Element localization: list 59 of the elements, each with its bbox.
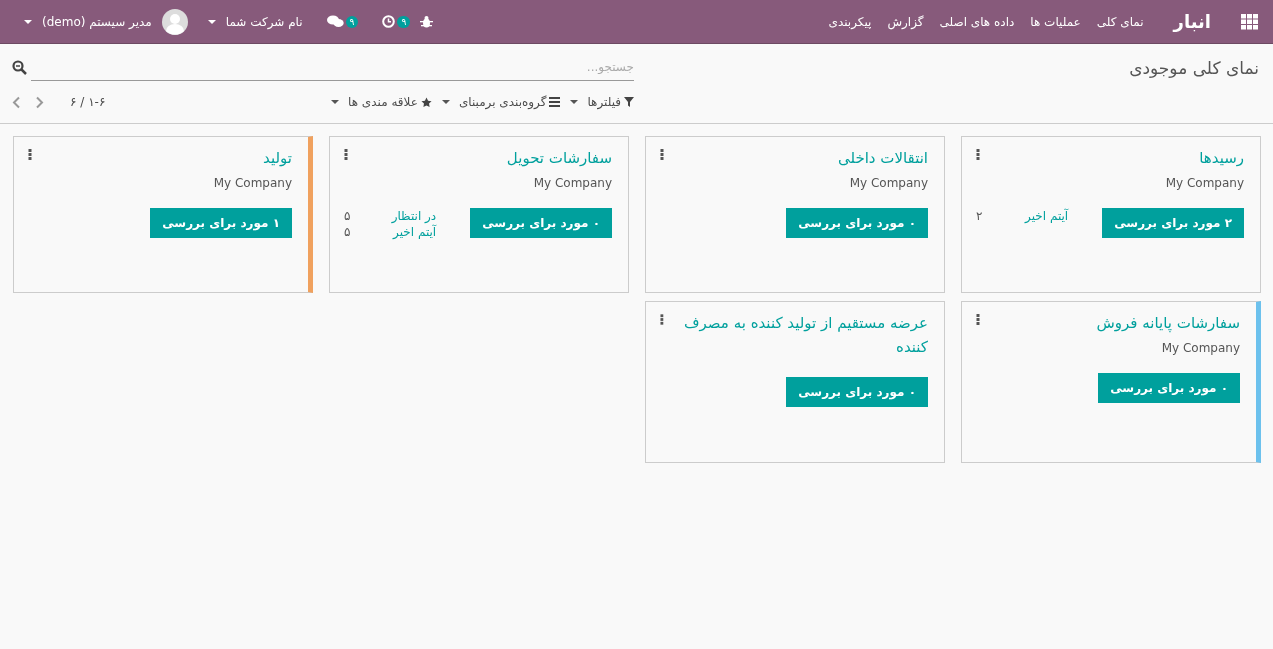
filter-dropdown[interactable]: گروه‌بندی برمبنای — [435, 95, 561, 109]
menu-item[interactable]: نمای کلی — [1096, 14, 1144, 29]
previous-icon[interactable] — [12, 95, 21, 109]
stat-count: ۲ — [976, 209, 983, 223]
menu-item[interactable]: گزارش — [887, 14, 924, 29]
stat-link[interactable]: آیتم اخیر — [393, 225, 437, 239]
card-title[interactable]: انتقالات داخلی — [837, 146, 928, 170]
stat-link[interactable]: آیتم اخیر — [1025, 209, 1069, 223]
menu-item[interactable]: پیکربندی — [828, 14, 872, 29]
card-title[interactable]: سفارشات تحویل — [506, 146, 612, 170]
to-process-button[interactable]: ۰ مورد برای بررسی — [470, 208, 612, 238]
to-process-button[interactable]: ۰ مورد برای بررسی — [1098, 373, 1240, 403]
bug-icon[interactable] — [420, 15, 434, 28]
caret-icon — [207, 19, 216, 24]
kebab-menu-icon[interactable] — [660, 314, 664, 325]
search-field[interactable]: جستجو... — [31, 54, 634, 81]
operation-card[interactable]: عرضه مستقیم از تولید کننده به مصرف کننده ۰ مورد برای بررسی — [645, 301, 945, 463]
to-process-button[interactable]: ۱ مورد برای بررسی — [150, 208, 292, 238]
card-title[interactable]: سفارشات پایانه فروش — [1096, 311, 1240, 335]
stat-count: ۵ — [344, 225, 351, 239]
user-menu[interactable]: مدیر سیستم (demo) — [42, 14, 152, 29]
card-title[interactable]: عرضه مستقیم از تولید کننده به مصرف کننده — [663, 311, 928, 359]
stat-count: ۵ — [344, 209, 351, 223]
card-title[interactable]: رسیدها — [1165, 146, 1244, 170]
stat-link[interactable]: در انتظار — [391, 209, 437, 223]
company-name: My Company — [1165, 176, 1244, 190]
company-name: My Company — [213, 176, 292, 190]
chat-icon[interactable] — [326, 15, 344, 28]
caret-icon — [24, 19, 32, 24]
pager-value: ۱-۶ / ۶ — [70, 95, 106, 109]
kebab-menu-icon[interactable] — [660, 149, 664, 160]
menu-item[interactable]: عملیات ها — [1030, 14, 1081, 29]
company-switcher[interactable]: نام شرکت شما — [225, 14, 303, 29]
messages-count-badge: ۹ — [345, 15, 359, 28]
to-process-button[interactable]: ۲ مورد برای بررسی — [1102, 208, 1244, 238]
activity-count-badge: ۹ — [397, 15, 411, 28]
page-title: نمای کلی موجودی — [1129, 57, 1259, 78]
funnel-icon — [624, 97, 634, 107]
menu-item[interactable]: داده های اصلی — [939, 14, 1015, 29]
kebab-menu-icon[interactable] — [976, 149, 980, 160]
list-icon — [549, 97, 561, 107]
kebab-menu-icon[interactable] — [344, 149, 348, 160]
avatar-icon — [161, 8, 188, 35]
company-name: My Company — [532, 176, 612, 190]
star-icon — [420, 96, 432, 108]
to-process-button[interactable]: ۰ مورد برای بررسی — [786, 377, 928, 407]
app-name: انبار — [1173, 11, 1211, 32]
filter-dropdown[interactable]: علاقه مندی ها — [325, 95, 432, 109]
filter-dropdown[interactable]: فیلترها — [564, 95, 634, 109]
clock-icon[interactable] — [382, 15, 396, 28]
to-process-button[interactable]: ۰ مورد برای بررسی — [786, 208, 928, 238]
company-name: My Company — [848, 176, 928, 190]
search-icon[interactable] — [12, 60, 27, 75]
apps-grid-icon[interactable] — [1241, 13, 1259, 30]
kebab-menu-icon[interactable] — [976, 314, 980, 325]
kebab-menu-icon[interactable] — [28, 149, 32, 160]
company-name: My Company — [1160, 341, 1240, 355]
card-title[interactable]: تولید — [213, 146, 292, 170]
next-icon[interactable] — [35, 95, 44, 109]
